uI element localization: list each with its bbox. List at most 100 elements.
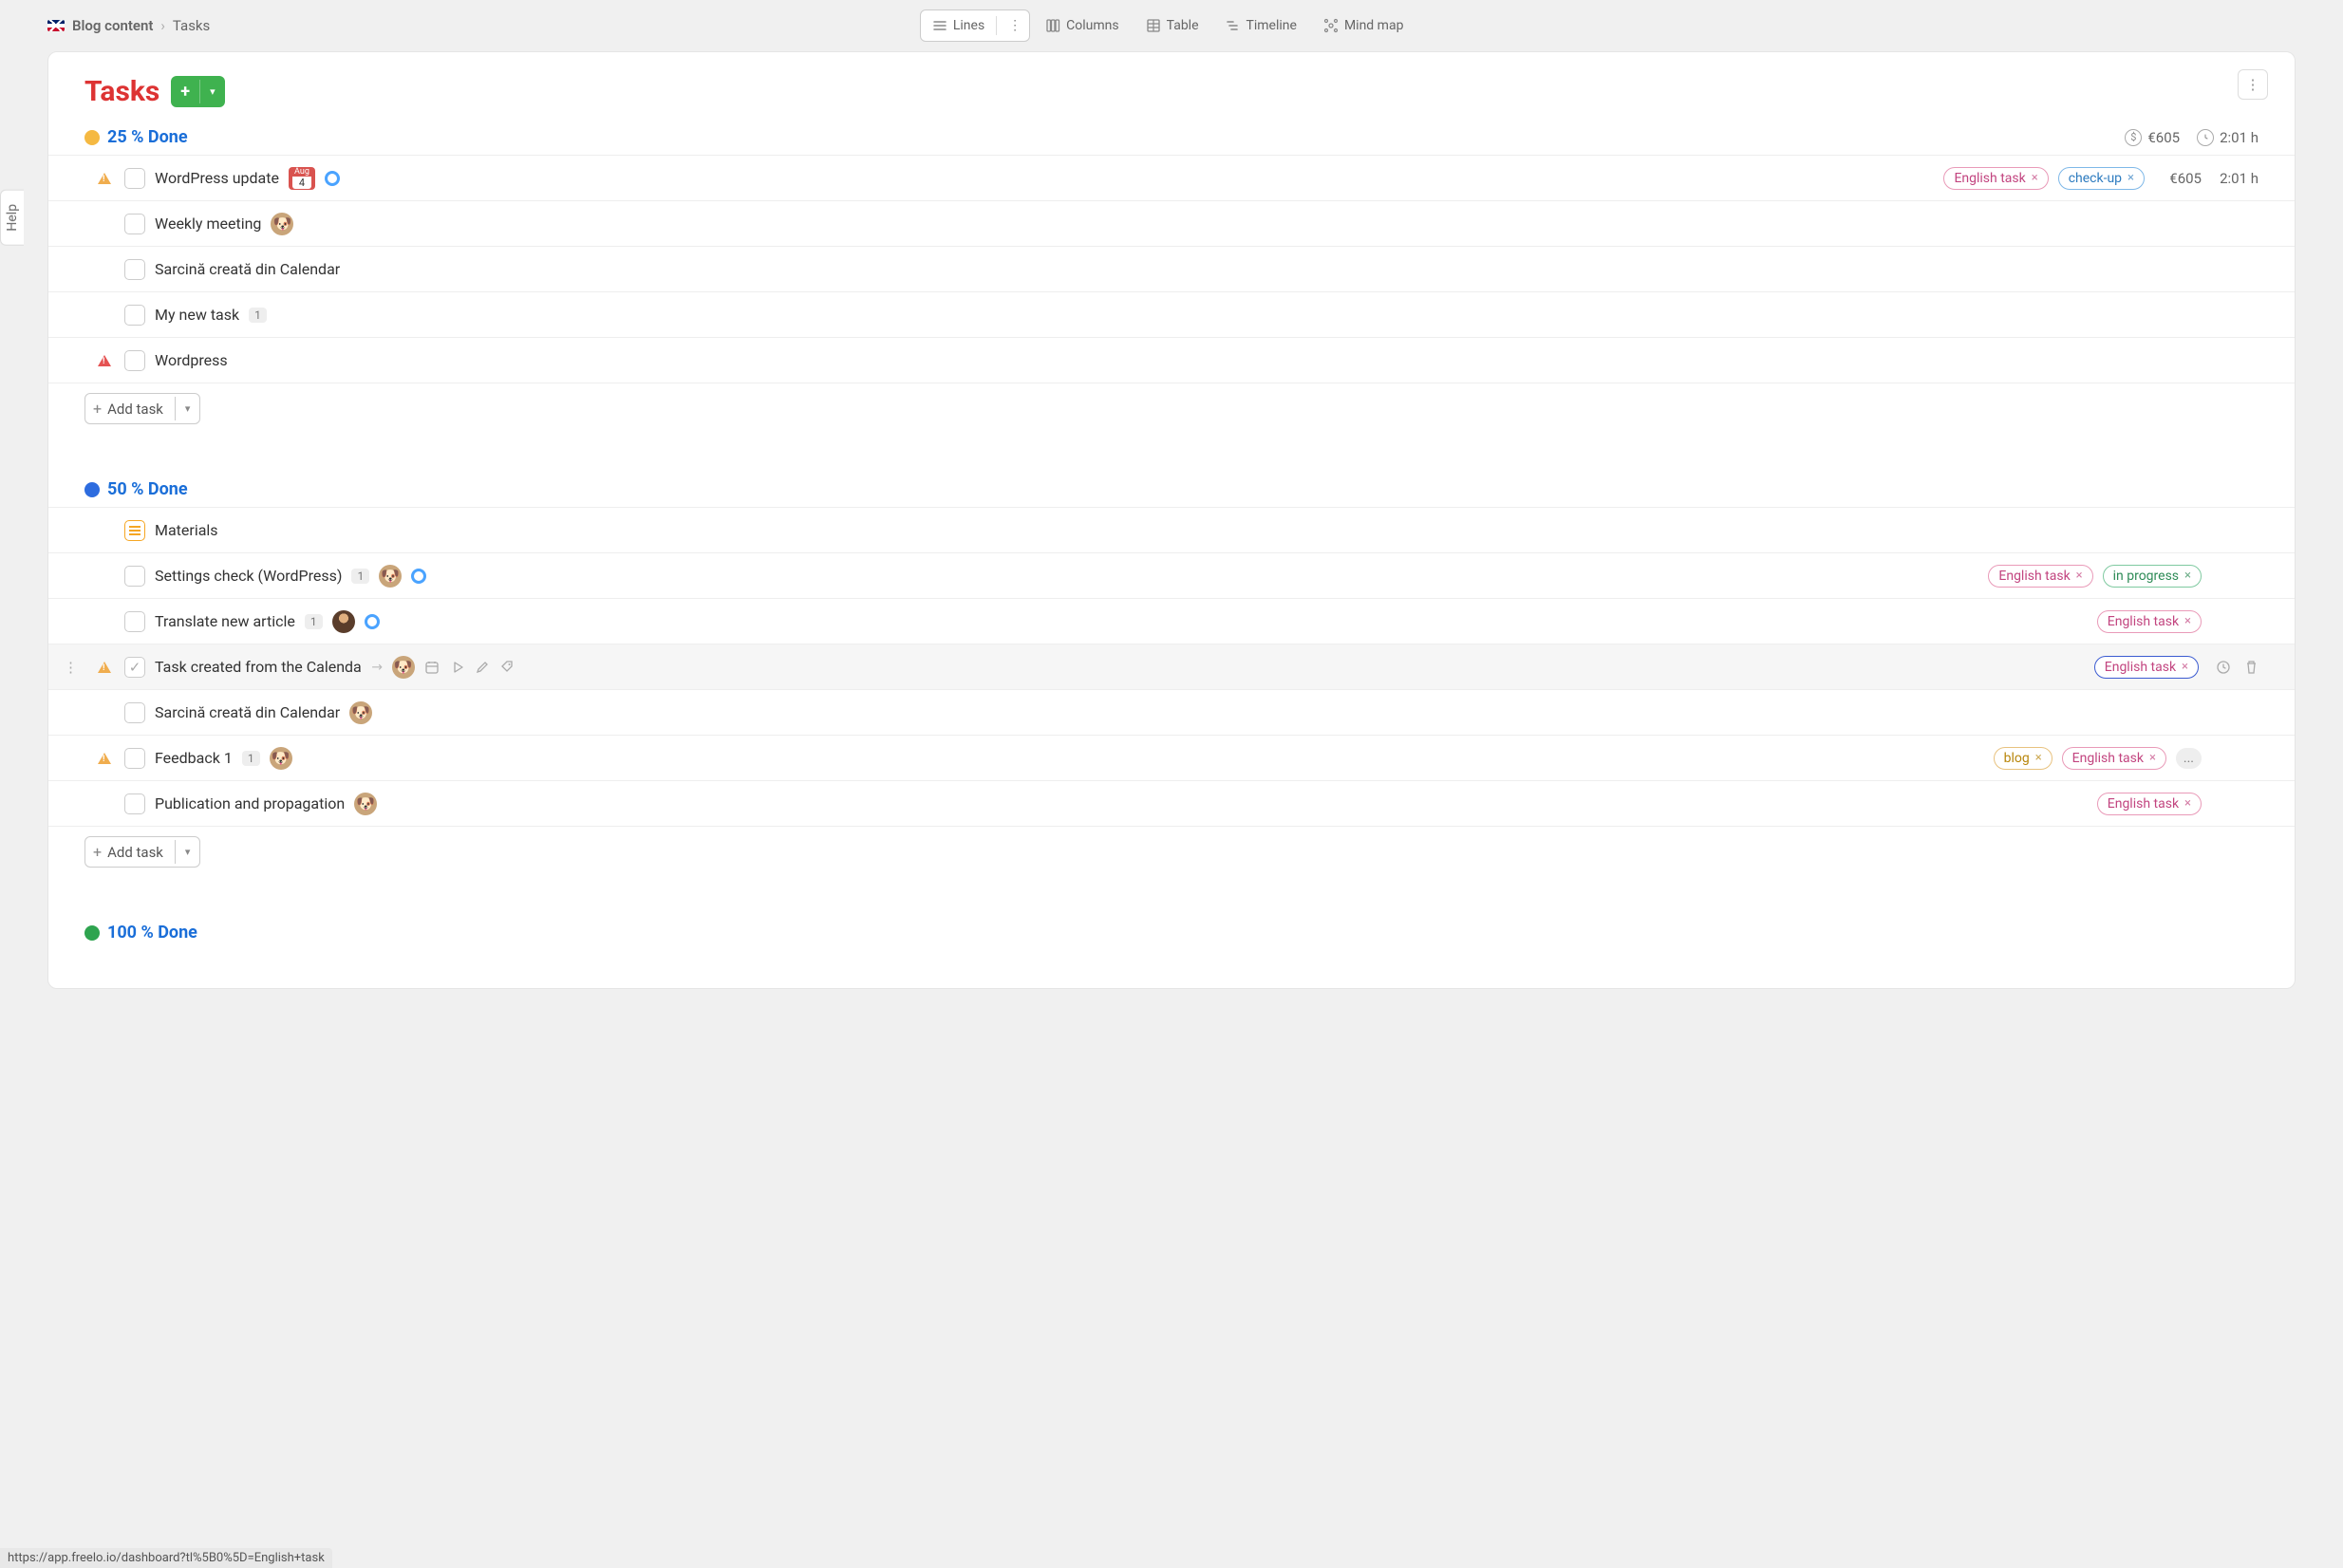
group-25-header[interactable]: 25 % Done $ €605 2:01 h [48, 120, 2295, 155]
view-mindmap[interactable]: Mind map [1312, 9, 1415, 42]
status-circle-icon[interactable] [365, 614, 380, 629]
view-lines[interactable]: Lines ⋮ [920, 9, 1030, 42]
tag-english-task[interactable]: English task× [1988, 565, 2092, 588]
task-row[interactable]: Wordpress [48, 337, 2295, 383]
tag-remove-icon[interactable]: × [2032, 171, 2038, 185]
tag-remove-icon[interactable]: × [2149, 751, 2156, 765]
task-title: Settings check (WordPress) [155, 567, 342, 585]
task-checkbox[interactable] [124, 702, 145, 723]
tag-english-task[interactable]: English task× [1943, 167, 2048, 190]
open-link-icon[interactable]: ↗ [367, 658, 386, 677]
assignee-avatar[interactable] [332, 610, 355, 633]
group-title: 100 % Done [107, 923, 197, 943]
assignee-avatar[interactable] [354, 793, 377, 815]
group-50-header[interactable]: 50 % Done [48, 472, 2295, 507]
task-row[interactable]: WordPress update Aug 4 English task× che… [48, 155, 2295, 200]
topbar: Blog content › Tasks Lines ⋮ Columns [0, 0, 2343, 51]
reminder-icon[interactable] [2216, 660, 2231, 675]
status-circle-icon[interactable] [411, 569, 426, 584]
tag-english-task[interactable]: English task× [2097, 610, 2202, 633]
add-task-button[interactable]: +Add task ▾ [84, 393, 200, 424]
task-row[interactable]: My new task 1 [48, 291, 2295, 337]
task-checkbox[interactable] [124, 259, 145, 280]
calendar-icon[interactable] [424, 660, 440, 675]
tag-remove-icon[interactable]: × [2035, 751, 2042, 765]
add-task-dropdown[interactable]: ▾ [175, 397, 200, 420]
task-checkbox[interactable] [124, 611, 145, 632]
task-checkbox[interactable] [124, 214, 145, 234]
task-row[interactable]: Materials [48, 507, 2295, 552]
assignee-avatar[interactable] [379, 565, 402, 588]
task-row[interactable]: Settings check (WordPress) 1 English tas… [48, 552, 2295, 598]
task-checkbox[interactable] [124, 350, 145, 371]
chevron-right-icon: › [160, 17, 165, 34]
tag-more[interactable]: ... [2176, 748, 2202, 769]
task-checkbox[interactable] [124, 793, 145, 814]
task-checkbox[interactable] [124, 305, 145, 326]
delete-icon[interactable] [2244, 660, 2259, 675]
task-row[interactable]: Publication and propagation English task… [48, 780, 2295, 826]
edit-icon[interactable] [476, 661, 489, 674]
view-table[interactable]: Table [1134, 9, 1210, 42]
subtask-count: 1 [242, 751, 260, 766]
card-menu-button[interactable]: ⋮ [2238, 69, 2268, 100]
tag-in-progress[interactable]: in progress× [2103, 565, 2202, 588]
task-checkbox[interactable]: ✓ [124, 657, 145, 678]
view-lines-label: Lines [953, 18, 984, 33]
task-row[interactable]: Translate new article 1 English task× [48, 598, 2295, 644]
task-checkbox[interactable] [124, 748, 145, 769]
subtask-count: 1 [351, 569, 369, 584]
task-row[interactable]: ⋮ ✓ Task created from the Calenda ↗ Engl… [48, 644, 2295, 689]
breadcrumb-project[interactable]: Blog content [72, 17, 153, 34]
priority-danger-icon [98, 355, 111, 366]
plus-icon: + [171, 76, 199, 107]
add-task-button[interactable]: +Add task ▾ [84, 836, 200, 868]
tag-english-task[interactable]: English task× [2097, 793, 2202, 815]
task-row[interactable]: Sarcină creată din Calendar [48, 246, 2295, 291]
task-checkbox[interactable] [124, 168, 145, 189]
tag-blog[interactable]: blog× [1994, 747, 2052, 770]
tag-check-up[interactable]: check-up× [2058, 167, 2145, 190]
view-timeline[interactable]: Timeline [1214, 9, 1308, 42]
view-mindmap-label: Mind map [1344, 18, 1403, 33]
help-tab[interactable]: Help [0, 190, 24, 246]
task-row[interactable]: Weekly meeting [48, 200, 2295, 246]
tag-remove-icon[interactable]: × [2184, 614, 2191, 628]
add-dropdown[interactable]: ▾ [199, 80, 225, 103]
assignee-avatar[interactable] [271, 213, 293, 235]
doc-icon[interactable] [124, 520, 145, 541]
assignee-avatar[interactable] [392, 656, 415, 679]
lines-icon [932, 18, 947, 33]
task-cost: €605 [2154, 170, 2202, 187]
tag-english-task[interactable]: English task× [2094, 656, 2199, 679]
add-task-dropdown[interactable]: ▾ [175, 840, 200, 864]
tag-remove-icon[interactable]: × [2184, 796, 2191, 811]
tag-remove-icon[interactable]: × [2127, 171, 2134, 185]
status-dot-icon [84, 925, 100, 941]
status-circle-icon[interactable] [325, 171, 340, 186]
view-switcher: Lines ⋮ Columns Table Timeline [920, 9, 1415, 42]
task-row[interactable]: Sarcină creată din Calendar [48, 689, 2295, 735]
task-title: Feedback 1 [155, 749, 233, 767]
task-title: Translate new article [155, 612, 295, 630]
tag-remove-icon[interactable]: × [2076, 569, 2083, 583]
tag-icon[interactable] [500, 660, 515, 674]
tag-remove-icon[interactable]: × [2184, 569, 2191, 583]
view-timeline-label: Timeline [1246, 18, 1297, 33]
drag-handle-icon[interactable]: ⋮ [64, 659, 78, 676]
flag-icon [47, 20, 65, 31]
task-checkbox[interactable] [124, 566, 145, 587]
tag-remove-icon[interactable]: × [2182, 660, 2188, 674]
date-badge[interactable]: Aug 4 [289, 167, 315, 190]
assignee-avatar[interactable] [270, 747, 292, 770]
subtask-count: 1 [305, 614, 323, 629]
view-lines-menu[interactable]: ⋮ [1004, 18, 1025, 33]
view-columns[interactable]: Columns [1034, 9, 1130, 42]
group-100-header[interactable]: 100 % Done [48, 915, 2295, 950]
play-icon[interactable] [451, 661, 464, 674]
assignee-avatar[interactable] [349, 701, 372, 724]
add-button[interactable]: + ▾ [171, 76, 224, 107]
task-row[interactable]: Feedback 1 1 blog× English task× ... [48, 735, 2295, 780]
tag-english-task[interactable]: English task× [2062, 747, 2166, 770]
clock-icon [2197, 129, 2214, 146]
